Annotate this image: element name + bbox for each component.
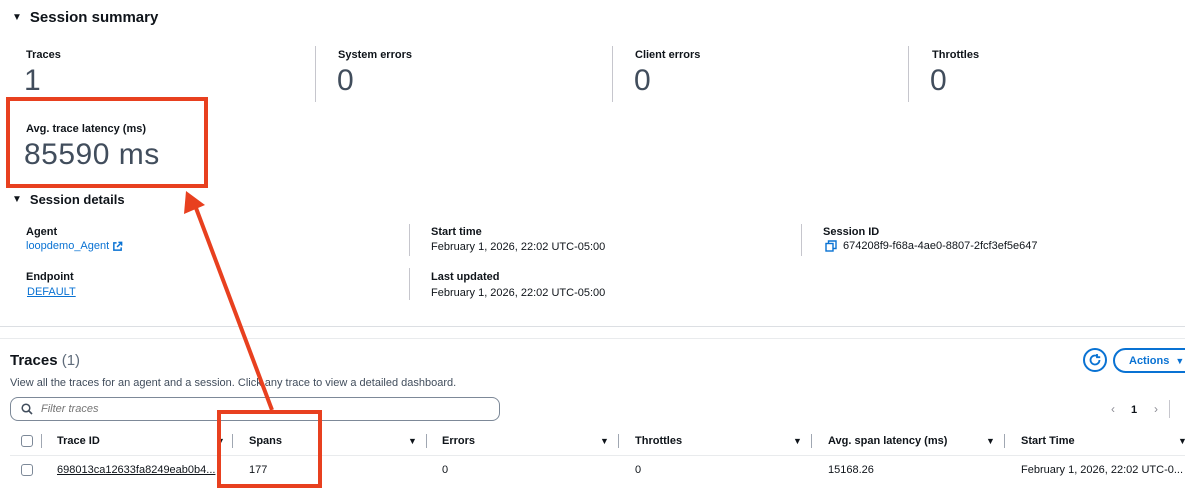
annotation-arrow (184, 191, 274, 411)
